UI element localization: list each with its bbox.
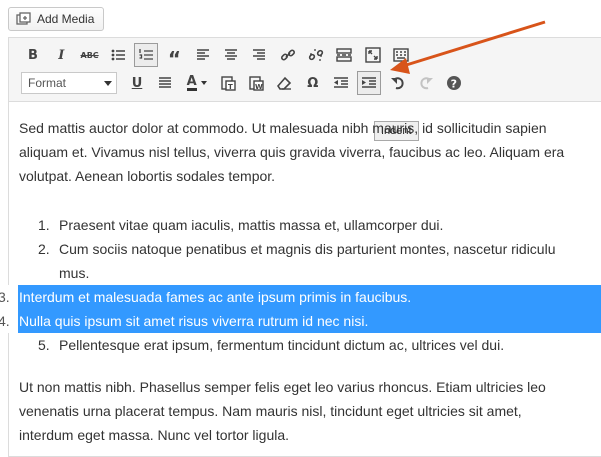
align-center-button[interactable] xyxy=(219,43,243,67)
fullscreen-button[interactable] xyxy=(361,43,385,67)
list-item: 2. Cum sociis natoque penatibus et magnis… xyxy=(19,237,601,261)
list-item: 1. Praesent vitae quam iaculis, mattis ma… xyxy=(19,213,601,237)
indent-icon xyxy=(361,76,377,90)
read-more-icon xyxy=(336,48,352,62)
paste-as-text-button[interactable]: T xyxy=(216,71,240,95)
read-more-button[interactable] xyxy=(332,43,356,67)
list-item: 5. Pellentesque erat ipsum, fermentum tin… xyxy=(19,333,601,357)
help-button[interactable]: ? xyxy=(442,71,466,95)
text-line: interdum eget massa. Nunc vel tortor lig… xyxy=(19,427,290,443)
paragraph-2: Ut non mattis nibh. Phasellus semper fel… xyxy=(19,375,601,447)
list-item-number: 3. xyxy=(0,285,18,309)
help-icon: ? xyxy=(446,75,462,91)
italic-button[interactable]: I xyxy=(49,43,73,67)
list-item: mus. xyxy=(19,261,601,285)
svg-text:W: W xyxy=(255,83,263,91)
special-character-glyph: Ω xyxy=(307,75,319,91)
svg-text:?: ? xyxy=(451,77,457,90)
editor-content[interactable]: Sed mattis auctor dolor at commodo. Ut m… xyxy=(0,116,601,447)
bulleted-list-icon xyxy=(111,48,125,62)
justify-icon xyxy=(158,76,172,90)
list-item-number: 1. xyxy=(38,217,50,233)
indent-button[interactable] xyxy=(357,71,382,95)
paste-word-icon: W xyxy=(248,75,264,91)
outdent-icon xyxy=(333,76,349,90)
toolbar-toggle-button[interactable] xyxy=(389,43,413,67)
paste-text-icon: T xyxy=(220,75,236,91)
eraser-icon xyxy=(276,75,292,91)
list-item: 4. Nulla quis ipsum sit amet risus viverr… xyxy=(0,309,601,333)
bold-glyph: B xyxy=(28,47,38,63)
text-line: volutpat. Aenean lobortis sodales tempor… xyxy=(19,168,276,184)
text-line: Sed mattis auctor dolor at commodo. Ut m… xyxy=(19,120,547,136)
text-color-button[interactable]: A xyxy=(182,71,212,95)
unlink-icon xyxy=(308,47,324,63)
text-line: venenatis urna placerat tempus. Nam maur… xyxy=(19,403,522,419)
undo-button[interactable] xyxy=(386,71,410,95)
list-item-number: 4. xyxy=(0,309,18,333)
list-item-text: mus. xyxy=(59,265,90,281)
undo-icon xyxy=(390,75,406,91)
text-line: aliquam et. Vivamus nisl tellus, viverra… xyxy=(19,144,565,160)
justify-button[interactable] xyxy=(153,71,177,95)
list-item-text: Nulla quis ipsum sit amet risus viverra … xyxy=(19,313,369,329)
format-select[interactable]: Format xyxy=(21,72,117,94)
list-item-number: 5. xyxy=(38,337,50,353)
toolbar-row-1: B I ABC “ xyxy=(21,43,417,71)
list-item-text: Pellentesque erat ipsum, fermentum tinci… xyxy=(59,337,505,353)
italic-glyph: I xyxy=(58,47,65,63)
underline-button[interactable]: U xyxy=(125,71,149,95)
toolbar-row-2: Format U A T W Ω? xyxy=(21,71,471,95)
list-item-number: 2. xyxy=(38,241,50,257)
align-center-icon xyxy=(224,48,238,62)
list-item: 3. Interdum et malesuada fames ac ante ip… xyxy=(0,285,601,309)
add-media-button[interactable]: Add Media xyxy=(8,7,104,31)
blockquote-glyph: “ xyxy=(167,47,182,71)
list-item-text: Cum sociis natoque penatibus et magnis d… xyxy=(59,241,556,257)
fullscreen-icon xyxy=(364,47,381,63)
chevron-down-icon xyxy=(104,80,112,86)
clear-formatting-button[interactable] xyxy=(272,71,296,95)
special-character-button[interactable]: Ω xyxy=(301,71,325,95)
text-color-caret-icon xyxy=(200,81,207,85)
add-media-label: Add Media xyxy=(37,12,95,26)
align-left-icon xyxy=(196,48,210,62)
ordered-list: 1. Praesent vitae quam iaculis, mattis ma… xyxy=(0,213,601,357)
blockquote-button[interactable]: “ xyxy=(162,43,186,71)
text-color-glyph: A xyxy=(186,74,197,91)
numbered-list-button[interactable] xyxy=(134,43,159,67)
redo-button[interactable] xyxy=(414,71,438,95)
remove-link-button[interactable] xyxy=(304,43,328,67)
paragraph-1: Sed mattis auctor dolor at commodo. Ut m… xyxy=(19,116,601,188)
strikethrough-button[interactable]: ABC xyxy=(78,43,102,67)
format-select-value: Format xyxy=(28,76,67,90)
keyboard-icon xyxy=(393,48,409,62)
list-item-text: Interdum et malesuada fames ac ante ipsu… xyxy=(19,289,412,305)
editor-toolbar: B I ABC “ Format U A T W Ω? xyxy=(9,38,601,102)
bold-button[interactable]: B xyxy=(21,43,45,67)
redo-icon xyxy=(418,75,434,91)
align-right-icon xyxy=(252,48,266,62)
underline-glyph: U xyxy=(131,75,143,91)
paste-from-word-button[interactable]: W xyxy=(244,71,268,95)
insert-link-button[interactable] xyxy=(276,43,300,67)
text-line: Ut non mattis nibh. Phasellus semper fel… xyxy=(19,379,546,395)
align-right-button[interactable] xyxy=(247,43,271,67)
align-left-button[interactable] xyxy=(191,43,215,67)
media-icon xyxy=(16,12,32,26)
list-item-text: Praesent vitae quam iaculis, mattis mass… xyxy=(59,217,444,233)
bulleted-list-button[interactable] xyxy=(106,43,130,67)
svg-text:T: T xyxy=(228,83,233,91)
numbered-list-icon xyxy=(139,48,154,62)
link-icon xyxy=(280,47,296,63)
outdent-button[interactable] xyxy=(329,71,353,95)
strikethrough-glyph: ABC xyxy=(80,50,99,60)
